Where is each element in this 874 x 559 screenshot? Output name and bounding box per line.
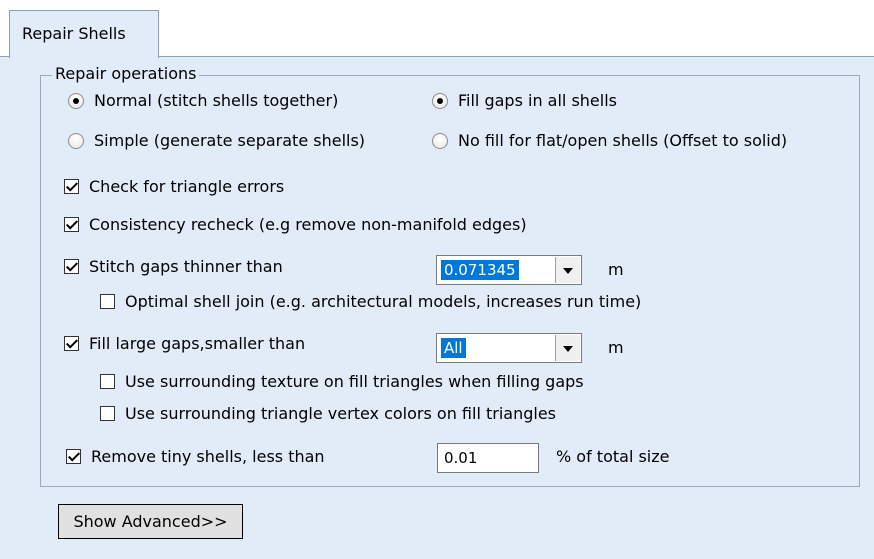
check-surround-texture-label: Use surrounding texture on fill triangle… [125, 372, 584, 391]
radio-fill-all-label: Fill gaps in all shells [458, 91, 617, 110]
tab-repair-shells[interactable]: Repair Shells [9, 10, 159, 58]
stitch-gap-value: 0.071345 [441, 260, 519, 280]
chevron-down-icon[interactable] [555, 335, 580, 361]
check-surround-colors[interactable]: Use surrounding triangle vertex colors o… [100, 404, 556, 423]
check-triangle-errors-label: Check for triangle errors [89, 177, 285, 196]
radio-normal-label: Normal (stitch shells together) [94, 91, 339, 110]
stitch-unit-label: m [608, 260, 624, 279]
group-title: Repair operations [52, 64, 200, 84]
radio-no-fill-label: No fill for flat/open shells (Offset to … [458, 131, 788, 150]
check-surround-colors-box[interactable] [100, 406, 115, 421]
check-stitch-gaps-label: Stitch gaps thinner than [89, 257, 283, 276]
check-surround-texture-box[interactable] [100, 374, 115, 389]
stitch-gap-combo[interactable]: 0.071345 [436, 255, 582, 285]
check-remove-tiny[interactable]: Remove tiny shells, less than [66, 447, 325, 466]
check-triangle-errors[interactable]: Check for triangle errors [64, 177, 284, 196]
check-optimal-join-label: Optimal shell join (e.g. architectural m… [125, 292, 642, 311]
check-fill-large-box[interactable] [64, 336, 79, 351]
radio-simple-indicator[interactable] [68, 132, 84, 149]
check-stitch-gaps-box[interactable] [64, 259, 79, 274]
check-fill-large[interactable]: Fill large gaps,smaller than [64, 334, 305, 353]
radio-fill-all[interactable]: Fill gaps in all shells [432, 91, 617, 110]
check-remove-tiny-box[interactable] [66, 449, 81, 464]
check-fill-large-label: Fill large gaps,smaller than [89, 334, 306, 353]
tiny-shell-input[interactable]: 0.01 [437, 443, 539, 473]
fill-unit-label: m [608, 338, 624, 357]
fill-gap-combo[interactable]: All [436, 333, 582, 363]
check-stitch-gaps[interactable]: Stitch gaps thinner than [64, 257, 283, 276]
check-consistency-label: Consistency recheck (e.g remove non-mani… [89, 215, 527, 234]
check-consistency-box[interactable] [64, 217, 79, 232]
radio-no-fill[interactable]: No fill for flat/open shells (Offset to … [432, 131, 787, 150]
tab-label: Repair Shells [22, 24, 126, 43]
fill-gap-value: All [441, 338, 466, 358]
radio-no-fill-indicator[interactable] [432, 132, 448, 149]
radio-fill-all-indicator[interactable] [432, 92, 448, 109]
tiny-unit-label: % of total size [556, 447, 670, 466]
chevron-down-icon[interactable] [555, 257, 580, 283]
radio-normal[interactable]: Normal (stitch shells together) [68, 91, 338, 110]
radio-simple[interactable]: Simple (generate separate shells) [68, 131, 365, 150]
check-remove-tiny-label: Remove tiny shells, less than [91, 447, 325, 466]
check-surround-texture[interactable]: Use surrounding texture on fill triangle… [100, 372, 584, 391]
check-optimal-join-box[interactable] [100, 294, 115, 309]
check-optimal-join[interactable]: Optimal shell join (e.g. architectural m… [100, 292, 641, 311]
radio-normal-indicator[interactable] [68, 92, 84, 109]
radio-simple-label: Simple (generate separate shells) [94, 131, 366, 150]
check-surround-colors-label: Use surrounding triangle vertex colors o… [125, 404, 556, 423]
check-triangle-errors-box[interactable] [64, 179, 79, 194]
check-consistency[interactable]: Consistency recheck (e.g remove non-mani… [64, 215, 527, 234]
show-advanced-button[interactable]: Show Advanced>> [58, 504, 243, 539]
